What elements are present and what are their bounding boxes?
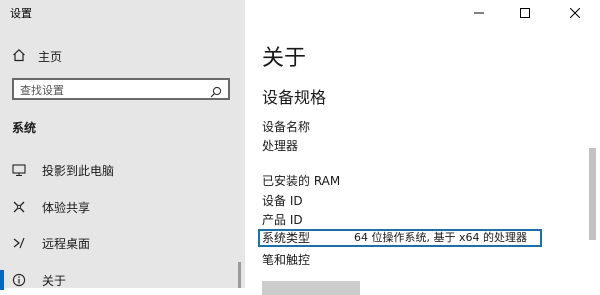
minimize-icon: [474, 3, 484, 22]
system-type-row: 系统类型 64 位操作系统, 基于 x64 的处理器: [258, 229, 542, 247]
nav-item-label: 体验共享: [42, 200, 91, 215]
share-icon: [12, 200, 26, 214]
search-icon[interactable]: [210, 83, 222, 102]
nav-item-remote-desktop[interactable]: 远程桌面: [12, 233, 237, 253]
system-type-label: 系统类型: [262, 231, 311, 245]
search-input[interactable]: [20, 82, 200, 98]
close-icon: [569, 3, 581, 22]
nav-home-label: 主页: [38, 49, 63, 64]
device-specs-heading: 设备规格: [262, 88, 327, 107]
window-title: 设置: [10, 7, 32, 20]
nav-item-about[interactable]: 关于: [0, 270, 237, 290]
processor-label: 处理器: [262, 139, 299, 153]
device-name-label: 设备名称: [262, 120, 311, 134]
close-button[interactable]: [552, 0, 598, 24]
nav-item-label: 关于: [42, 273, 67, 288]
nav-item-shared-experiences[interactable]: 体验共享: [12, 197, 237, 217]
page-title: 关于: [262, 46, 307, 71]
product-id-label: 产品 ID: [262, 213, 303, 227]
pen-touch-label: 笔和触控: [262, 253, 311, 267]
nav-item-project[interactable]: 投影到此电脑: [12, 160, 237, 180]
info-icon: [12, 273, 26, 287]
monitor-icon: [12, 163, 26, 177]
installed-ram-label: 已安装的 RAM: [262, 174, 341, 188]
navigation-pane: 设置 主页 系统 投影到此电脑 体验共享 远程桌面 关于: [0, 0, 245, 290]
nav-scrollbar[interactable]: [238, 262, 241, 288]
content-scrollbar[interactable]: [589, 148, 596, 240]
nav-item-label: 远程桌面: [42, 236, 91, 251]
search-box[interactable]: [12, 78, 230, 100]
maximize-icon: [520, 3, 530, 22]
minimize-button[interactable]: [456, 0, 502, 24]
nav-section-title: 系统: [12, 121, 37, 135]
remote-desktop-icon: [12, 236, 26, 250]
system-type-value: 64 位操作系统, 基于 x64 的处理器: [354, 231, 527, 244]
home-icon: [12, 47, 26, 66]
device-id-label: 设备 ID: [262, 194, 303, 208]
maximize-button[interactable]: [502, 0, 548, 24]
nav-item-label: 投影到此电脑: [42, 163, 115, 178]
nav-home[interactable]: 主页: [12, 46, 62, 66]
copy-button[interactable]: [262, 281, 360, 295]
